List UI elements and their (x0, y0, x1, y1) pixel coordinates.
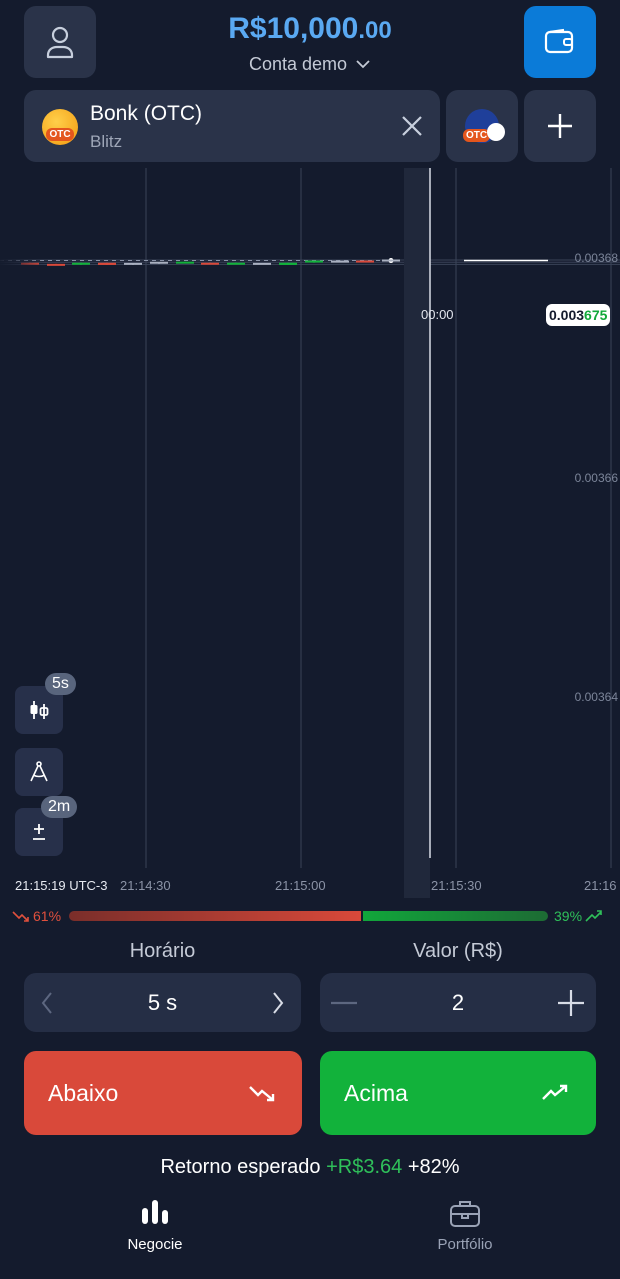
sentiment-down-fill (69, 911, 362, 921)
candles-icon (30, 701, 49, 719)
trend-up-icon (585, 910, 602, 922)
expected-return: Retorno esperado +R$3.64 +82% (0, 1156, 620, 1179)
minus-icon[interactable] (331, 1001, 357, 1005)
nav-portfolio[interactable]: Portfólio (405, 1198, 525, 1268)
trend-up-icon (542, 1084, 568, 1100)
y-tick-label: 0.00364 (574, 690, 618, 704)
plus-icon[interactable] (558, 990, 584, 1016)
x-tick-label: 21:15:00 (275, 878, 326, 893)
time-label: Horário (129, 940, 196, 962)
chevron-down-icon (356, 60, 370, 69)
amount-label: Valor (R$) (413, 940, 503, 962)
expected-label: Retorno esperado (160, 1156, 321, 1178)
candle-body (72, 262, 90, 265)
asset-otc-badge: OTC (46, 127, 74, 141)
amount-value: 2 (451, 990, 465, 1015)
asset-name: Bonk (OTC) (90, 102, 203, 125)
x-tick-label: 21:16 (584, 878, 617, 893)
wallet-icon (544, 28, 574, 54)
close-icon[interactable] (401, 115, 423, 137)
sentiment-bar (69, 911, 548, 921)
candle-body (201, 262, 219, 265)
candle-body (356, 260, 374, 263)
countdown-label: 00:00 (421, 307, 454, 322)
trend-down-icon (249, 1086, 275, 1102)
price-chart[interactable] (0, 168, 620, 898)
up-button-label: Acima (344, 1080, 408, 1106)
down-percent: 61% (33, 908, 62, 924)
account-label: Conta demo (248, 53, 348, 74)
sentiment-up: 39% (554, 908, 603, 924)
down-button-label: Abaixo (48, 1080, 119, 1106)
wallet-button[interactable] (524, 6, 596, 78)
account-selector[interactable]: Conta demo (200, 52, 420, 76)
asset-selector[interactable]: OTC Bonk (OTC) Blitz (24, 90, 440, 162)
chevron-left-icon[interactable] (40, 991, 54, 1015)
future-zone (404, 168, 430, 898)
up-percent: 39% (554, 908, 583, 924)
bar-chart-icon (142, 1200, 168, 1224)
current-price-tag: 0.003675 (546, 304, 611, 326)
down-button[interactable]: Abaixo (24, 1051, 302, 1135)
nav-portfolio-label: Portfólio (437, 1236, 493, 1253)
drawing-tools-button[interactable] (15, 748, 63, 796)
expected-percent: +82% (407, 1156, 460, 1178)
candle-body (47, 263, 65, 266)
balance-display: R$10,000.00 (160, 12, 460, 46)
up-button[interactable]: Acima (320, 1051, 596, 1135)
bonk-coin-icon: OTC (42, 109, 78, 145)
profile-button[interactable] (24, 6, 96, 78)
timer-badge: 2m (41, 796, 78, 818)
chevron-right-icon[interactable] (271, 991, 285, 1015)
candle-body (279, 262, 297, 265)
expected-amount: +R$3.64 (326, 1156, 403, 1178)
amount-stepper[interactable]: 2 (320, 973, 596, 1032)
sentiment-up-fill (363, 911, 548, 921)
sentiment-down: 61% (12, 908, 61, 924)
balance-main: R$10,000 (228, 12, 359, 45)
add-asset-button[interactable] (524, 90, 596, 162)
interval-badge: 5s (45, 673, 76, 695)
asset-switch-button[interactable]: OTC (446, 90, 518, 162)
x-tick-label: 21:15:30 (431, 878, 482, 893)
candle-body (98, 262, 116, 265)
candle-body (227, 262, 245, 265)
time-value: 5 s (147, 990, 178, 1015)
trend-down-icon (12, 911, 29, 922)
compass-icon (30, 761, 48, 782)
price-prefix: 0.003 (549, 307, 585, 323)
y-tick-label: 0.00366 (574, 471, 618, 485)
time-stepper[interactable]: 5 s (24, 973, 301, 1032)
candle-body (305, 260, 323, 263)
nav-trade-label: Negocie (127, 1236, 183, 1253)
y-tick-label: 0.00368 (574, 251, 618, 265)
candle-body (176, 261, 194, 264)
x-tick-label: 21:14:30 (120, 878, 171, 893)
price-suffix: 675 (584, 307, 608, 323)
balance-cents: .00 (358, 17, 392, 44)
user-icon (46, 26, 74, 59)
eu-flag-icon: OTC (463, 109, 505, 143)
asset-mode: Blitz (90, 132, 123, 151)
plus-minus-icon (33, 824, 45, 840)
plus-icon (548, 114, 572, 138)
nav-trade[interactable]: Negocie (95, 1198, 215, 1268)
briefcase-icon (450, 1201, 480, 1227)
time-readout: 21:15:19 UTC-3 (15, 878, 108, 893)
